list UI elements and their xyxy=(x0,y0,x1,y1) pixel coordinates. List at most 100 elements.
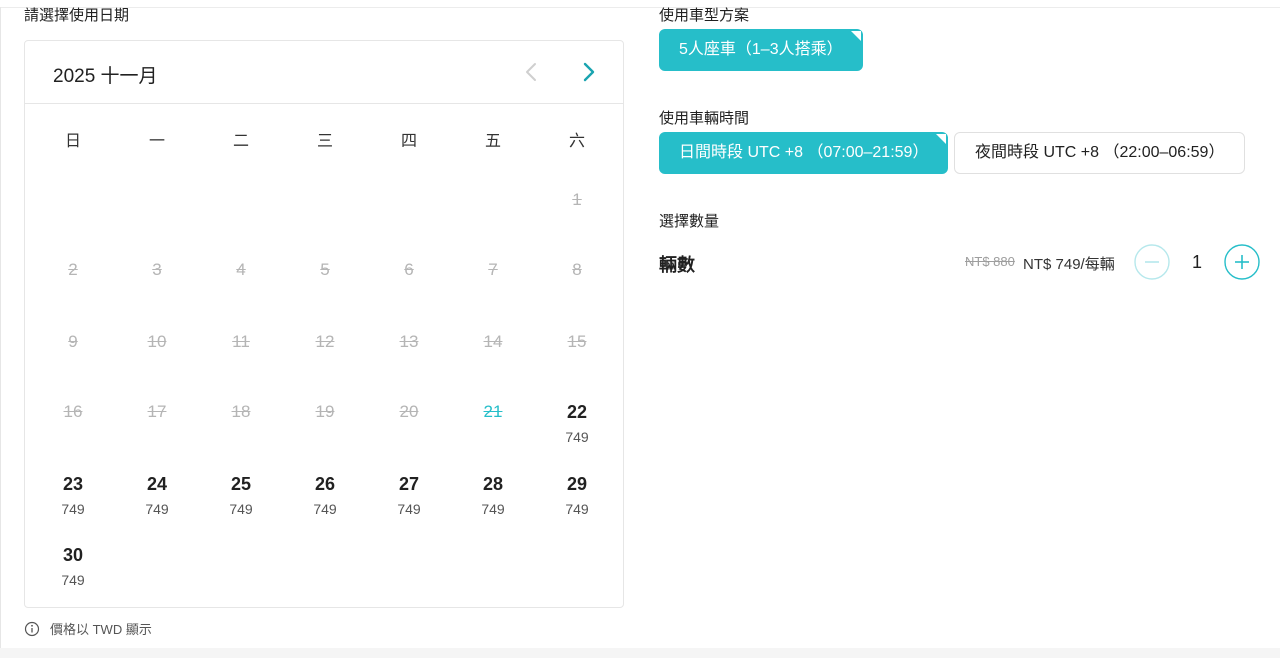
bottom-band xyxy=(0,648,1280,658)
calendar-day[interactable]: 28 749 xyxy=(458,473,528,533)
calendar: 2025 十一月 日 一 二 三 四 五 六 1 2 3 4 5 6 7 8 9 10 11 12 13… xyxy=(24,40,624,608)
calendar-day: 19 xyxy=(290,401,360,461)
calendar-day-number: 5 xyxy=(320,260,330,279)
weekday-label: 日 xyxy=(64,133,81,150)
calendar-day-price: 749 xyxy=(61,572,85,588)
calendar-day: 3 xyxy=(122,259,192,319)
calendar-day-number: 15 xyxy=(567,332,587,351)
calendar-day-number: 23 xyxy=(62,474,84,494)
calendar-day-number: 12 xyxy=(315,332,335,351)
calendar-day: 1 xyxy=(542,189,612,249)
calendar-day-number: 8 xyxy=(572,260,582,279)
calendar-day-number: 22 xyxy=(566,402,588,422)
calendar-day[interactable]: 29 749 xyxy=(542,473,612,533)
minus-icon xyxy=(1134,244,1170,280)
calendar-header: 2025 十一月 xyxy=(25,41,623,104)
weekday-label: 一 xyxy=(148,133,165,150)
selected-corner-mark xyxy=(850,31,861,41)
calendar-day-number: 17 xyxy=(147,402,167,421)
time-option-daytime[interactable]: 日間時段 UTC +8 （07:00–21:59） xyxy=(659,132,949,174)
calendar-day[interactable]: 26 749 xyxy=(290,473,360,533)
calendar-day: 6 xyxy=(374,259,444,319)
calendar-day-number: 7 xyxy=(488,260,498,279)
calendar-day: 20 xyxy=(374,401,444,461)
calendar-day-price: 749 xyxy=(145,501,169,517)
calendar-day: 9 xyxy=(38,331,108,391)
calendar-day-number: 16 xyxy=(63,402,83,421)
left-divider xyxy=(0,7,1,658)
calendar-day: 17 xyxy=(122,401,192,461)
decrease-quantity-button[interactable] xyxy=(1134,244,1170,280)
calendar-day-number: 11 xyxy=(232,332,250,351)
calendar-day-number: 14 xyxy=(483,332,503,351)
calendar-day-price: 749 xyxy=(565,501,589,517)
unit-price: NT$ 749/每輛 xyxy=(1023,256,1115,273)
vehicle-type-label: 使用車型方案 xyxy=(659,7,750,24)
calendar-day: 4 xyxy=(206,259,276,319)
calendar-day-number: 10 xyxy=(147,332,167,351)
calendar-day-number: 3 xyxy=(152,260,162,279)
calendar-day: 5 xyxy=(290,259,360,319)
currency-note: 價格以 TWD 顯示 xyxy=(24,619,152,638)
increase-quantity-button[interactable] xyxy=(1224,244,1260,280)
calendar-month-title: 2025 十一月 xyxy=(53,66,158,87)
calendar-day-number: 4 xyxy=(236,260,246,279)
calendar-day-number: 30 xyxy=(62,545,84,565)
calendar-day: 16 xyxy=(38,401,108,461)
calendar-day-number: 18 xyxy=(231,402,251,421)
time-option-nighttime[interactable]: 夜間時段 UTC +8 （22:00–06:59） xyxy=(954,132,1246,174)
chevron-right-icon xyxy=(583,62,595,82)
weekday-label: 六 xyxy=(568,133,585,150)
calendar-day[interactable]: 24 749 xyxy=(122,473,192,533)
calendar-day: 7 xyxy=(458,259,528,319)
calendar-day-number: 24 xyxy=(146,474,168,494)
calendar-day: 15 xyxy=(542,331,612,391)
calendar-day[interactable]: 22 749 xyxy=(542,401,612,461)
calendar-day: 21 xyxy=(458,401,528,461)
calendar-day-number: 9 xyxy=(68,332,78,351)
calendar-day-number: 27 xyxy=(398,474,420,494)
calendar-day[interactable]: 25 749 xyxy=(206,473,276,533)
original-price: NT$ 880 xyxy=(965,254,1015,269)
next-month-button[interactable] xyxy=(575,59,601,85)
vehicle-type-option-5-seat[interactable]: 5人座車（1–3人搭乘） xyxy=(659,29,863,71)
time-option-label: 日間時段 UTC +8 （07:00–21:59） xyxy=(679,144,929,161)
weekday-label: 四 xyxy=(400,133,417,150)
calendar-day: 13 xyxy=(374,331,444,391)
calendar-day-price: 749 xyxy=(313,501,337,517)
calendar-day-number: 21 xyxy=(483,402,503,421)
previous-month-button[interactable] xyxy=(519,59,545,85)
calendar-day-number: 20 xyxy=(399,402,419,421)
calendar-day: 11 xyxy=(206,331,276,391)
calendar-day-price: 749 xyxy=(565,429,589,445)
quantity-item-label: 輛數 xyxy=(659,255,695,275)
calendar-day-price: 749 xyxy=(61,501,85,517)
selected-corner-mark xyxy=(936,134,947,144)
calendar-day-number: 2 xyxy=(68,260,78,279)
calendar-day[interactable]: 30 749 xyxy=(38,544,108,604)
calendar-day-price: 749 xyxy=(229,501,253,517)
quantity-value: 1 xyxy=(1191,252,1202,272)
calendar-day[interactable]: 23 749 xyxy=(38,473,108,533)
info-icon xyxy=(24,621,40,636)
calendar-day-price: 749 xyxy=(397,501,421,517)
calendar-day-number: 28 xyxy=(482,474,504,494)
calendar-day: 12 xyxy=(290,331,360,391)
calendar-day-number: 6 xyxy=(404,260,414,279)
calendar-day-price: 749 xyxy=(481,501,505,517)
vehicle-type-option-label: 5人座車（1–3人搭乘） xyxy=(679,41,843,58)
chevron-left-icon xyxy=(526,63,536,81)
top-divider xyxy=(0,7,1280,8)
currency-note-text: 價格以 TWD 顯示 xyxy=(50,622,152,637)
calendar-day: 8 xyxy=(542,259,612,319)
calendar-day-number: 13 xyxy=(399,332,419,351)
calendar-day-number: 25 xyxy=(230,474,252,494)
weekday-header-row: 日 一 二 三 四 五 六 xyxy=(25,127,625,151)
calendar-day: 2 xyxy=(38,259,108,319)
vehicle-time-label: 使用車輛時間 xyxy=(659,110,750,127)
plus-icon xyxy=(1224,244,1260,280)
calendar-day[interactable]: 27 749 xyxy=(374,473,444,533)
weekday-label: 二 xyxy=(232,133,249,150)
calendar-day: 14 xyxy=(458,331,528,391)
calendar-day-number: 26 xyxy=(314,474,336,494)
